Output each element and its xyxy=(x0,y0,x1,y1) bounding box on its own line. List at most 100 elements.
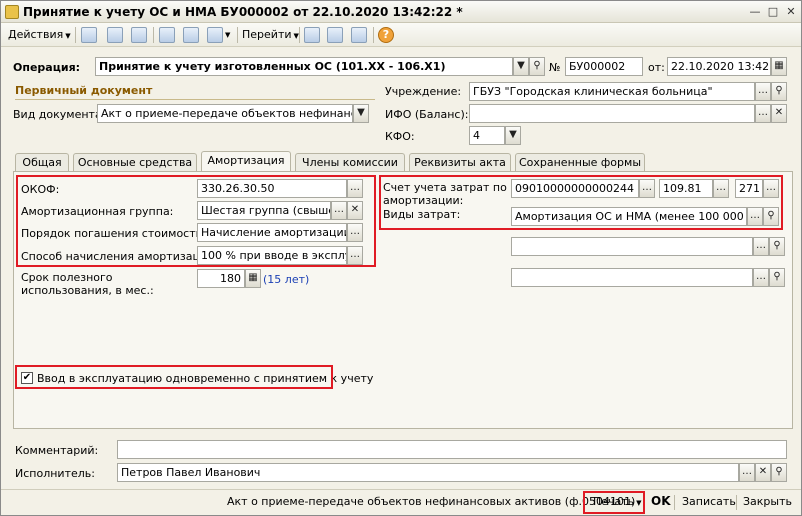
operation-dropdown-icon[interactable]: ▼ xyxy=(513,57,529,76)
kfo-field[interactable]: 4 xyxy=(469,126,505,145)
structure-icon[interactable] xyxy=(159,27,175,43)
expense-account-field[interactable]: 09010000000000244 xyxy=(511,179,639,198)
repay-order-field[interactable]: Начисление амортизации xyxy=(197,223,347,242)
okof-select-icon[interactable]: … xyxy=(347,179,363,198)
based-on-icon[interactable] xyxy=(183,27,199,43)
amort-method-select-icon[interactable]: … xyxy=(347,246,363,265)
amort-group-clear-icon[interactable]: ✕ xyxy=(347,201,363,220)
ifo-select-icon[interactable]: … xyxy=(755,104,771,123)
cost-type-select-icon[interactable]: … xyxy=(747,207,763,226)
kfo-label: КФО: xyxy=(385,130,415,143)
calculator-icon[interactable]: ▦ xyxy=(245,269,261,288)
amort-group-field[interactable]: Шестая группа (свыше 10 xyxy=(197,201,331,220)
extra-analytics-1-field[interactable] xyxy=(511,237,753,256)
amort-method-label: Способ начисления амортизации: xyxy=(21,250,218,263)
operation-label: Операция: xyxy=(13,61,81,74)
repay-order-select-icon[interactable]: … xyxy=(347,223,363,242)
number-field[interactable]: БУ000002 xyxy=(565,57,643,76)
expense-subaccount-field[interactable]: 109.81 xyxy=(659,179,713,198)
ok-button[interactable]: OK xyxy=(651,494,671,508)
footer-separator xyxy=(584,495,585,510)
post-document-icon[interactable] xyxy=(81,27,97,43)
tab-label: Амортизация xyxy=(207,154,285,167)
useful-life-field[interactable]: 180 xyxy=(197,269,245,288)
minimize-icon[interactable]: — xyxy=(747,4,763,19)
window-title: Принятие к учету ОС и НМА БУ000002 от 22… xyxy=(23,5,463,19)
extra-analytics-2-field[interactable] xyxy=(511,268,753,287)
maximize-icon[interactable]: □ xyxy=(765,4,781,19)
doc-type-field[interactable]: Акт о приеме-передаче объектов нефинансо… xyxy=(97,104,353,123)
extra-analytics-2-search-icon[interactable]: ⚲ xyxy=(769,268,785,287)
commissioning-checkbox[interactable]: ✔ xyxy=(21,372,33,384)
calendar-clock-icon[interactable] xyxy=(327,27,343,43)
help-icon[interactable]: ? xyxy=(378,27,394,43)
executor-search-icon[interactable]: ⚲ xyxy=(771,463,787,482)
expense-kosgu-field[interactable]: 271 xyxy=(735,179,763,198)
date-field[interactable]: 22.10.2020 13:42:22 xyxy=(667,57,771,76)
kfo-dropdown-icon[interactable]: ▼ xyxy=(505,126,521,145)
toolbar-separator xyxy=(237,27,238,43)
print-label: Печать xyxy=(593,495,635,508)
tab-saved-forms[interactable]: Сохраненные формы xyxy=(515,153,645,171)
tab-label: Члены комиссии xyxy=(302,156,398,169)
enter-based-icon[interactable] xyxy=(207,27,223,43)
operation-search-icon[interactable]: ⚲ xyxy=(529,57,545,76)
amort-group-select-icon[interactable]: … xyxy=(331,201,347,220)
goto-label: Перейти xyxy=(242,28,292,41)
tab-amortization[interactable]: Амортизация xyxy=(201,151,291,172)
okof-field[interactable]: 330.26.30.50 xyxy=(197,179,347,198)
extra-analytics-1-search-icon[interactable]: ⚲ xyxy=(769,237,785,256)
expense-subaccount-select-icon[interactable]: … xyxy=(713,179,729,198)
copy-icon[interactable] xyxy=(131,27,147,43)
doc-type-label: Вид документа: xyxy=(13,108,106,121)
toolbar-separator xyxy=(75,27,76,43)
toolbar: Действия ▼ ▼ Перейти ▼ ? xyxy=(1,23,801,47)
institution-field[interactable]: ГБУЗ "Городская клиническая больница" xyxy=(469,82,755,101)
print-form-link[interactable]: Акт о приеме-передаче объектов нефинансо… xyxy=(227,495,635,508)
operation-field[interactable]: Принятие к учету изготовленных ОС (101.Х… xyxy=(95,57,513,76)
report-icon[interactable] xyxy=(351,27,367,43)
goto-menu[interactable]: Перейти ▼ xyxy=(242,26,299,44)
repay-order-label: Порядок погашения стоимости: xyxy=(21,227,207,240)
based-dropdown-arrow-icon[interactable]: ▼ xyxy=(225,26,230,44)
extra-analytics-2-select-icon[interactable]: … xyxy=(753,268,769,287)
toolbar-separator xyxy=(153,27,154,43)
cost-type-search-icon[interactable]: ⚲ xyxy=(763,207,779,226)
dropdown-arrow-icon: ▼ xyxy=(65,32,71,40)
actions-menu[interactable]: Действия ▼ xyxy=(8,26,71,44)
dt-kt-icon[interactable] xyxy=(304,27,320,43)
app-icon xyxy=(5,5,19,19)
tab-fixed-assets[interactable]: Основные средства xyxy=(73,153,197,171)
expense-account-select-icon[interactable]: … xyxy=(639,179,655,198)
calendar-icon[interactable]: ▦ xyxy=(771,57,787,76)
executor-field[interactable]: Петров Павел Иванович xyxy=(117,463,739,482)
tab-act-details[interactable]: Реквизиты акта xyxy=(409,153,511,171)
commissioning-label: Ввод в эксплуатацию одновременно с приня… xyxy=(37,372,374,385)
expense-account-label: Счет учета затрат по амортизации: xyxy=(383,181,507,207)
save-button[interactable]: Записать xyxy=(682,495,736,508)
tab-commission[interactable]: Члены комиссии xyxy=(295,153,405,171)
comment-field[interactable] xyxy=(117,440,787,459)
tab-general[interactable]: Общая xyxy=(15,153,69,171)
cost-type-field[interactable]: Амортизация ОС и НМА (менее 100 000 руб) xyxy=(511,207,747,226)
extra-analytics-1-select-icon[interactable]: … xyxy=(753,237,769,256)
institution-search-icon[interactable]: ⚲ xyxy=(771,82,787,101)
ifo-field[interactable] xyxy=(469,104,755,123)
okof-label: ОКОФ: xyxy=(21,183,60,196)
primary-doc-label: Первичный документ xyxy=(15,84,153,97)
executor-clear-icon[interactable]: ✕ xyxy=(755,463,771,482)
amort-method-field[interactable]: 100 % при вводе в эксплуата xyxy=(197,246,347,265)
tab-label: Основные средства xyxy=(77,156,193,169)
expense-kosgu-select-icon[interactable]: … xyxy=(763,179,779,198)
executor-select-icon[interactable]: … xyxy=(739,463,755,482)
refresh-icon[interactable] xyxy=(107,27,123,43)
close-button[interactable]: Закрыть xyxy=(743,495,792,508)
institution-select-icon[interactable]: … xyxy=(755,82,771,101)
doc-type-dropdown-icon[interactable]: ▼ xyxy=(353,104,369,123)
ifo-clear-icon[interactable]: ✕ xyxy=(771,104,787,123)
number-label: № xyxy=(549,61,561,74)
date-label: от: xyxy=(648,61,665,74)
print-button[interactable]: Печать ▼ xyxy=(593,495,642,508)
close-icon[interactable]: ✕ xyxy=(783,4,799,19)
document-window: Принятие к учету ОС и НМА БУ000002 от 22… xyxy=(0,0,802,516)
